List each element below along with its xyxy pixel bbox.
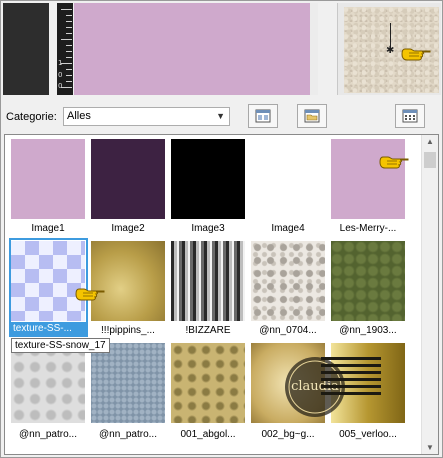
vertical-scrollbar[interactable]: ▲ ▼ bbox=[421, 135, 438, 454]
ruler-number: 1 bbox=[58, 59, 63, 67]
category-dropdown[interactable]: Alles ▼ bbox=[63, 107, 230, 126]
thumbnail-image bbox=[331, 139, 405, 219]
category-selected-value: Alles bbox=[67, 110, 91, 122]
gallery-item-label: Image4 bbox=[271, 223, 305, 234]
panel-view-icon bbox=[255, 109, 271, 123]
scroll-up-icon[interactable]: ▲ bbox=[426, 137, 434, 146]
category-label: Categorie: bbox=[6, 111, 57, 123]
scroll-down-icon[interactable]: ▼ bbox=[426, 443, 434, 452]
gallery-item-label: !!!pippins_... bbox=[101, 325, 155, 336]
thumbnail-image bbox=[11, 343, 85, 423]
thumbnail-grid-button[interactable] bbox=[395, 104, 425, 128]
canvas-preview bbox=[74, 3, 310, 95]
view-options-button[interactable] bbox=[248, 104, 278, 128]
gallery-item[interactable]: Image3 bbox=[171, 139, 249, 234]
thumbnail-image bbox=[171, 139, 245, 219]
thumbnail-image bbox=[91, 139, 165, 219]
chevron-down-icon: ▼ bbox=[216, 111, 225, 121]
pointing-hand-icon bbox=[401, 48, 431, 61]
thumbnail-image bbox=[91, 343, 165, 423]
gallery-item-label: 002_bg~g... bbox=[261, 429, 315, 440]
gallery-item[interactable]: !!!pippins_... bbox=[91, 241, 169, 336]
pointing-hand-icon bbox=[379, 156, 409, 169]
cursor-star-icon: ✱ bbox=[386, 45, 395, 56]
vertical-ruler: 1 0 0 bbox=[57, 3, 73, 95]
gallery-item-label: Image3 bbox=[191, 223, 225, 234]
preview-edge bbox=[310, 3, 318, 95]
gallery-item[interactable]: @nn_0704... bbox=[251, 241, 329, 336]
thumbnail-image bbox=[11, 139, 85, 219]
gallery-item[interactable]: Image4 bbox=[251, 139, 329, 234]
thumbnail-image bbox=[331, 241, 405, 321]
thumbnail-image bbox=[171, 241, 245, 321]
gallery-item-label: 005_verloo... bbox=[339, 429, 397, 440]
gallery-item[interactable]: Image1 bbox=[11, 139, 89, 234]
tooltip: texture-SS-snow_17 bbox=[11, 338, 110, 353]
thumbnail-image bbox=[91, 241, 165, 321]
gallery-item[interactable]: Image2 bbox=[91, 139, 169, 234]
thumbnail-image bbox=[251, 139, 325, 219]
texture-gallery: Image1 Image2 Image3 Image4 Les-Merry-..… bbox=[4, 134, 439, 455]
folder-icon bbox=[304, 109, 320, 123]
preview-dark-panel bbox=[3, 3, 49, 95]
grid-icon bbox=[402, 109, 418, 123]
ruler-number: 0 bbox=[58, 71, 63, 79]
gallery-item-label: @nn_0704... bbox=[259, 325, 317, 336]
gallery-item-label: !BIZZARE bbox=[185, 325, 231, 336]
gallery-item-label: Les-Merry-... bbox=[339, 223, 397, 234]
scrollbar-thumb[interactable] bbox=[424, 152, 436, 168]
stripe-overlay bbox=[321, 357, 381, 395]
gallery-item-label: @nn_patro... bbox=[19, 429, 77, 440]
texture-picker-dialog: 1 0 0 ✱ Categorie: Alles ▼ Image1 Image2… bbox=[0, 0, 443, 458]
gallery-item-label: @nn_patro... bbox=[99, 429, 157, 440]
gallery-item[interactable]: @nn_patro... bbox=[11, 343, 89, 440]
pointing-hand-icon bbox=[75, 288, 105, 301]
gallery-item-label: @nn_1903... bbox=[339, 325, 397, 336]
gallery-item[interactable]: 001_abgol... bbox=[171, 343, 249, 440]
gallery-item[interactable]: Les-Merry-... bbox=[331, 139, 409, 234]
gallery-item-label: 001_abgol... bbox=[180, 429, 236, 440]
gallery-item[interactable]: !BIZZARE bbox=[171, 241, 249, 336]
gallery-item-label: Image2 bbox=[111, 223, 145, 234]
selected-item-label: texture-SS-... bbox=[11, 322, 86, 336]
gallery-item[interactable]: @nn_patro... bbox=[91, 343, 169, 440]
gallery-item[interactable]: @nn_1903... bbox=[331, 241, 409, 336]
gallery-item-label: Image1 bbox=[31, 223, 65, 234]
open-folder-button[interactable] bbox=[297, 104, 327, 128]
ruler-number: 0 bbox=[58, 82, 63, 90]
thumbnail-image bbox=[171, 343, 245, 423]
thumbnail-image bbox=[251, 241, 325, 321]
